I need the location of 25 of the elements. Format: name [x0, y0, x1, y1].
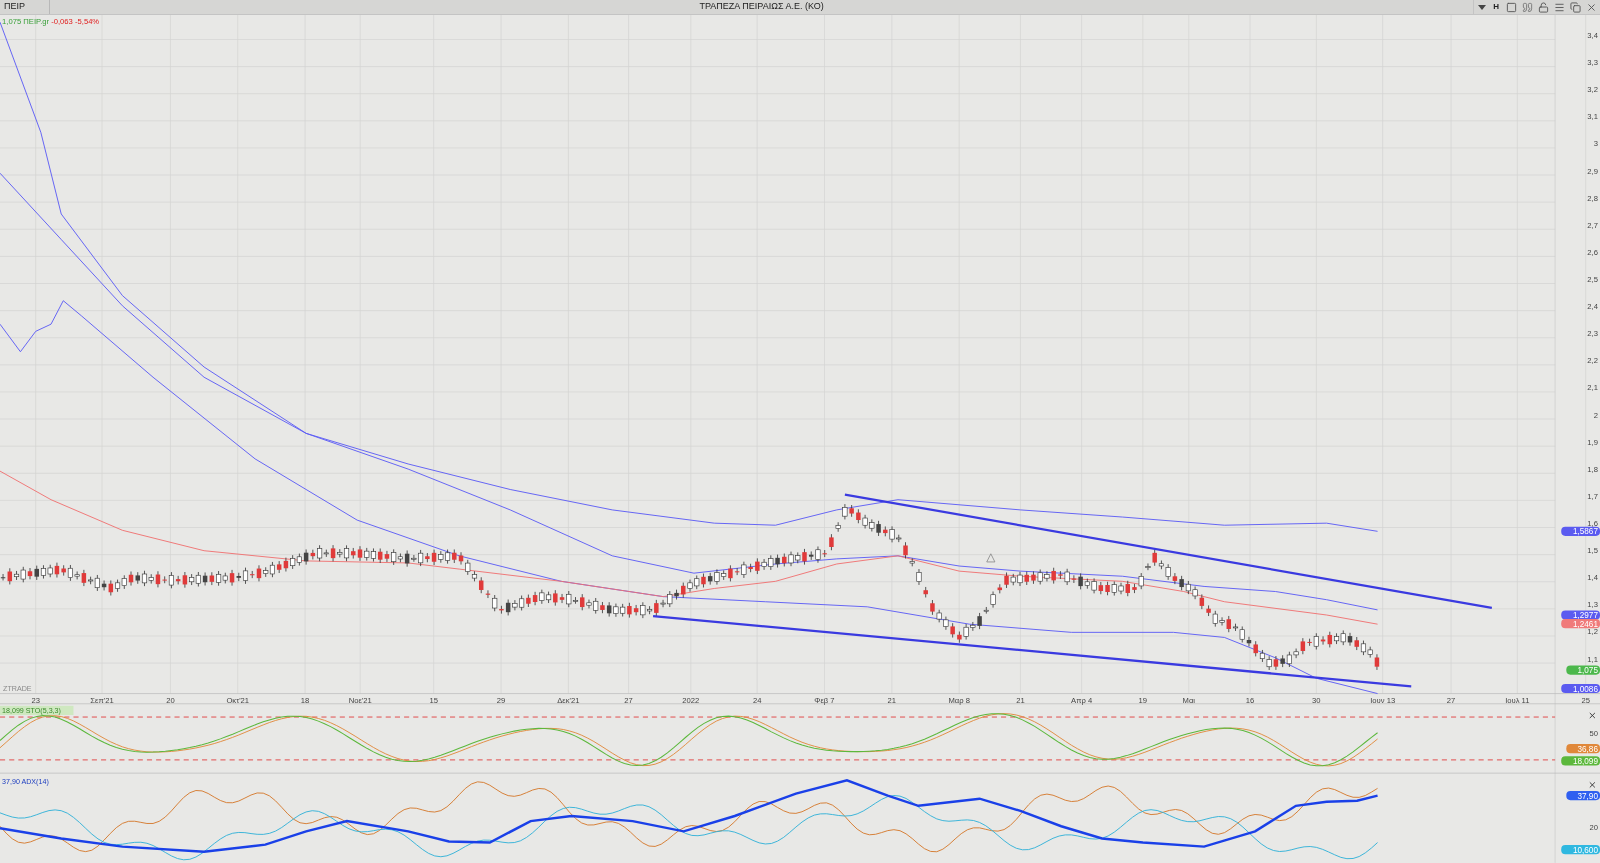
panel-close-icon[interactable] — [1589, 712, 1596, 719]
value-badge: 37,90 — [1566, 791, 1600, 801]
value-badge: 1,2461 — [1561, 619, 1600, 629]
quote-icon[interactable] — [1522, 1, 1533, 13]
restore-icon[interactable] — [1570, 1, 1581, 13]
value-badge: 10,600 — [1561, 845, 1600, 855]
panel-icon[interactable] — [1506, 1, 1517, 13]
symbol-tab[interactable]: ΠΕΙΡ — [0, 0, 50, 14]
window-title: ΤΡΑΠΕΖΑ ΠΕΙΡΑΙΩΣ Α.Ε. (ΚΟ) — [698, 0, 825, 14]
value-badge: 1,0086 — [1561, 683, 1600, 694]
watermark-text: ZTRADE — [3, 684, 32, 693]
warning-icon — [986, 553, 996, 563]
value-badge: 1,2977 — [1561, 610, 1600, 621]
value-badge: 1,075 — [1566, 665, 1600, 676]
value-badge: 18,099 — [1561, 756, 1600, 766]
adx-legend: 37,90 ADX(14) — [2, 778, 49, 787]
panel-close-icon[interactable] — [1589, 781, 1596, 788]
menu-icon[interactable] — [1554, 1, 1565, 13]
value-badge: 36,86 — [1566, 744, 1600, 754]
dropdown-caret-icon[interactable] — [1478, 4, 1487, 10]
close-icon[interactable] — [1586, 1, 1597, 13]
lock-icon[interactable] — [1538, 1, 1549, 13]
value-badge: 1,5867 — [1561, 526, 1600, 537]
stochastic-legend: 18,099 STO(5,3,3) — [0, 705, 74, 715]
mode-button[interactable]: H — [1491, 1, 1501, 13]
